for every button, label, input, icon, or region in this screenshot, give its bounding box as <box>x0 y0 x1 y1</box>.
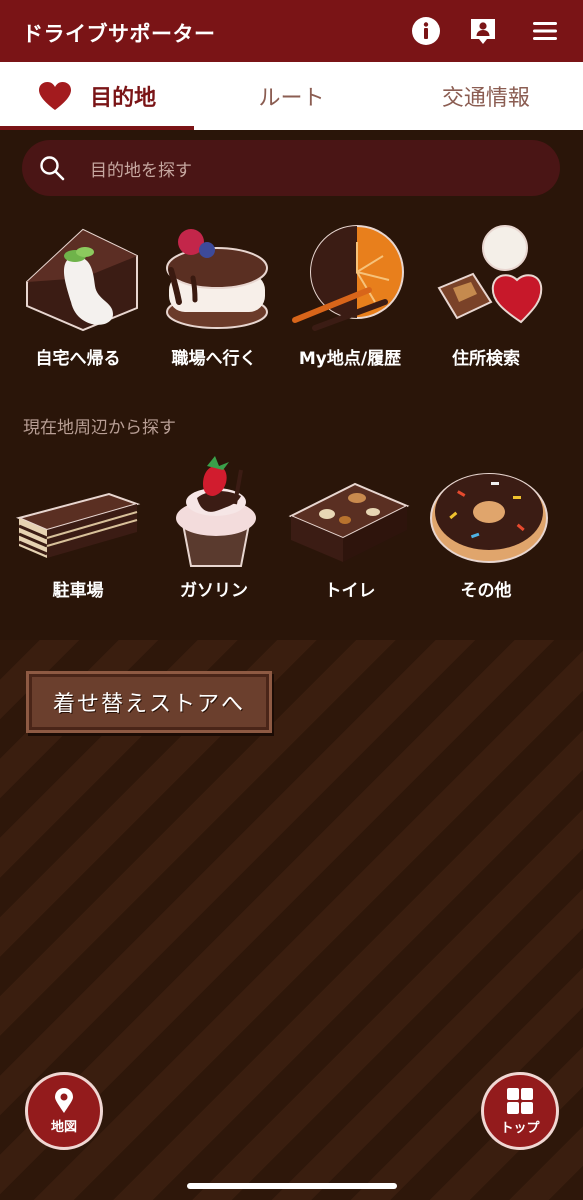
tab-bar: 目的地 ルート 交通情報 <box>0 62 583 130</box>
top-button[interactable]: トップ <box>481 1072 559 1150</box>
shortcut-label: 職場へ行く <box>171 349 257 369</box>
chocolate-cake-icon <box>26 228 138 332</box>
tab-traffic[interactable]: 交通情報 <box>389 62 583 130</box>
store-button[interactable]: 着せ替えストアへ <box>26 671 272 733</box>
tab-label: 目的地 <box>90 86 157 111</box>
heart-icon <box>39 82 72 110</box>
shortcut-label: My地点/履歴 <box>298 349 402 369</box>
map-pin-icon <box>55 1087 73 1113</box>
search-placeholder: 目的地を探す <box>90 160 192 181</box>
nearby-section-title: 現在地周辺から探す <box>23 418 176 438</box>
donut-icon <box>430 473 548 563</box>
shortcut-grid: 自宅へ帰る 職場へ行く My地点/履歴 住所検索 <box>10 222 583 369</box>
opera-cake-icon <box>15 492 141 558</box>
info-icon[interactable] <box>411 16 441 46</box>
shortcut-label: 自宅へ帰る <box>35 349 121 369</box>
map-button[interactable]: 地図 <box>25 1072 103 1150</box>
tab-label: 交通情報 <box>441 86 530 111</box>
search-input[interactable]: 目的地を探す <box>22 140 560 196</box>
shortcut-history[interactable]: My地点/履歴 <box>282 222 418 369</box>
account-icon[interactable] <box>468 16 498 46</box>
nearby-label: トイレ <box>324 581 376 601</box>
search-icon <box>40 156 65 181</box>
orange-chocolate-icon <box>292 225 404 331</box>
top-button-label: トップ <box>500 1120 540 1136</box>
tab-destination[interactable]: 目的地 <box>0 62 195 130</box>
nearby-grid: 駐車場 ガソリン トイレ その他 <box>10 454 583 601</box>
nearby-label: ガソリン <box>180 581 248 601</box>
menu-icon[interactable] <box>530 16 560 46</box>
nearby-parking[interactable]: 駐車場 <box>10 454 146 601</box>
app-header: ドライブサポーター <box>0 0 583 62</box>
nearby-label: 駐車場 <box>52 581 104 601</box>
nearby-gasoline[interactable]: ガソリン <box>146 454 282 601</box>
nearby-other[interactable]: その他 <box>418 454 554 601</box>
brownie-icon <box>288 482 410 562</box>
bonbon-chocolates-icon <box>437 225 543 324</box>
shortcut-home[interactable]: 自宅へ帰る <box>10 222 146 369</box>
shortcut-address[interactable]: 住所検索 <box>418 222 554 369</box>
tab-label: ルート <box>258 86 325 111</box>
cupcake-icon <box>176 456 256 567</box>
shortcut-label: 住所検索 <box>452 349 520 369</box>
app-title: ドライブサポーター <box>22 22 216 46</box>
map-button-label: 地図 <box>50 1119 77 1135</box>
store-button-label: 着せ替えストアへ <box>52 692 245 717</box>
shortcut-work[interactable]: 職場へ行く <box>146 222 282 369</box>
nearby-label: その他 <box>460 581 512 601</box>
grid-icon <box>507 1087 533 1114</box>
macaron-icon <box>166 229 268 329</box>
nearby-toilet[interactable]: トイレ <box>282 454 418 601</box>
tab-route[interactable]: ルート <box>194 62 388 130</box>
home-indicator[interactable] <box>187 1183 397 1189</box>
